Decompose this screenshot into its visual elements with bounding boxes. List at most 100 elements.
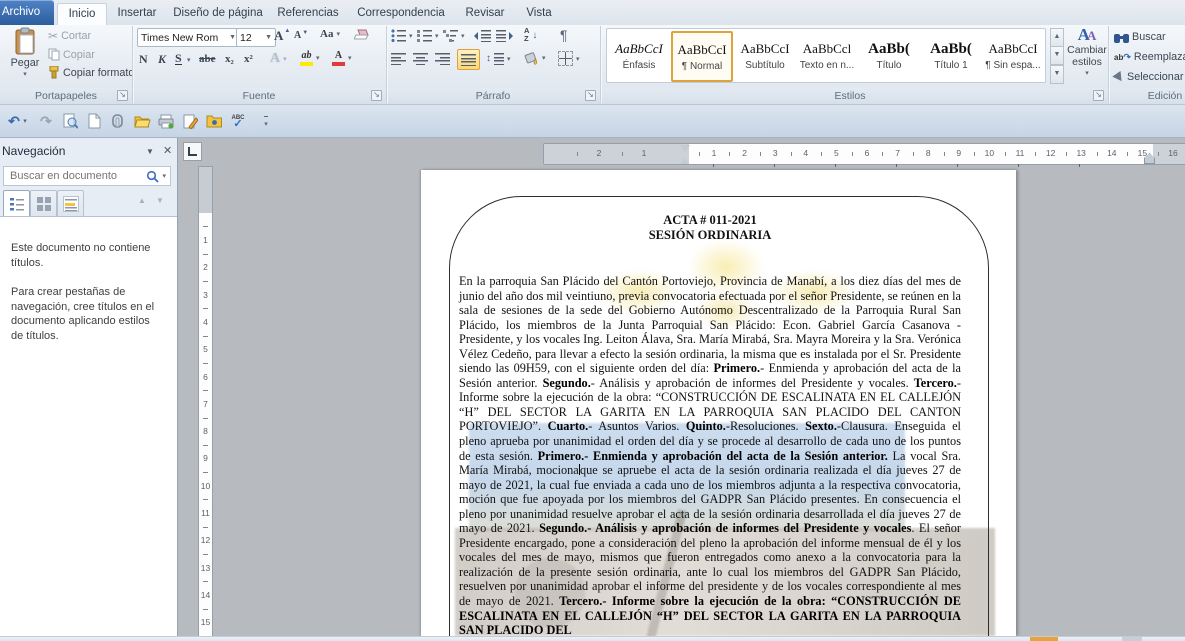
vertical-ruler[interactable]: 123456789101112131415	[198, 166, 213, 638]
select-button[interactable]: Seleccionar	[1114, 71, 1183, 83]
tab-revisar[interactable]: Revisar	[456, 3, 514, 24]
ruler-number: 16	[1168, 148, 1177, 158]
font-color-button[interactable]: A ▾	[332, 51, 352, 66]
tab-correspondencia[interactable]: Correspondencia	[348, 3, 454, 24]
align-left-button[interactable]	[391, 52, 406, 65]
attachment-button[interactable]	[108, 111, 128, 131]
styles-scroll-up-icon[interactable]: ▲	[1050, 28, 1064, 47]
copy-button[interactable]: Copiar	[48, 48, 95, 61]
line-spacing-button[interactable]: ↕▾	[486, 52, 511, 65]
quick-access-toolbar: ↶ ▾ ↷	[0, 105, 1185, 138]
shrink-font-button[interactable]: A▼	[294, 30, 308, 41]
paste-button[interactable]: Pegar ▾	[6, 27, 44, 78]
search-icon[interactable]	[146, 170, 159, 183]
tab-archivo[interactable]: Archivo	[0, 0, 54, 25]
superscript-button[interactable]: x²	[244, 53, 253, 65]
replace-button[interactable]: ab↷ Reemplazar	[1114, 51, 1185, 63]
undo-dropdown[interactable]: ▾	[20, 111, 30, 131]
shading-button[interactable]: ▾	[524, 51, 546, 65]
style-card-2[interactable]: AaBbCcISubtítulo	[735, 31, 795, 80]
font-name-dropdown-icon[interactable]: ▼	[226, 34, 236, 41]
underline-button[interactable]: S	[175, 52, 182, 65]
fuente-dialog-launcher[interactable]: ↘	[371, 90, 382, 101]
change-case-button[interactable]: Aa▾	[320, 28, 340, 40]
ruler-tick	[882, 152, 883, 156]
bold-text-run: Cuarto.	[548, 419, 589, 433]
previous-heading-icon[interactable]: ▲	[138, 196, 146, 205]
tab-vista[interactable]: Vista	[516, 3, 562, 24]
print-preview-button[interactable]	[60, 111, 80, 131]
search-options-dropdown-icon[interactable]: ▾	[162, 172, 166, 180]
decrease-indent-button[interactable]	[474, 29, 491, 42]
text-effects-button[interactable]: A▾	[270, 51, 287, 67]
bold-button[interactable]: N	[139, 52, 148, 67]
font-size-combo[interactable]: 12▼	[236, 28, 276, 47]
next-heading-icon[interactable]: ▼	[156, 196, 164, 205]
style-card-4[interactable]: AaBb(Título	[859, 31, 919, 80]
subscript-button[interactable]: x₂	[225, 53, 234, 65]
format-painter-button[interactable]: Copiar formato	[48, 66, 134, 79]
shrink-font-icon: A	[294, 30, 301, 41]
open-button[interactable]	[132, 111, 152, 131]
styles-scroll-down-icon[interactable]: ▼	[1050, 47, 1064, 65]
horizontal-ruler[interactable]: 211234567891011121314151617	[543, 143, 1185, 165]
find-button[interactable]: Buscar	[1114, 31, 1166, 43]
new-document-button[interactable]	[84, 111, 104, 131]
folder-button[interactable]	[204, 111, 224, 131]
bullets-button[interactable]: ▾	[391, 29, 413, 42]
font-name-combo[interactable]: Times New Rom▼	[137, 28, 240, 47]
align-center-button[interactable]	[413, 52, 428, 65]
ruler-number: 3	[773, 148, 778, 158]
undo-dropdown-icon: ▾	[23, 117, 27, 125]
style-card-6[interactable]: AaBbCcI¶ Sin espa...	[983, 31, 1043, 80]
tab-diseno-de-pagina[interactable]: Diseño de página	[168, 3, 268, 24]
align-right-button[interactable]	[435, 52, 450, 65]
pane-options-dropdown-icon[interactable]: ▼	[146, 139, 154, 165]
style-card-0[interactable]: AaBbCcIÉnfasis	[609, 31, 669, 80]
font-size-dropdown-icon[interactable]: ▼	[262, 34, 272, 41]
borders-button[interactable]: ▾	[558, 51, 580, 66]
clear-formatting-button[interactable]	[354, 28, 369, 40]
text-highlight-button[interactable]: ab ▾	[300, 51, 320, 66]
browse-results-tab[interactable]	[57, 190, 84, 218]
parrafo-dialog-launcher[interactable]: ↘	[585, 90, 596, 101]
change-case-icon: Aa	[320, 28, 333, 40]
style-card-1[interactable]: AaBbCcI¶ Normal	[671, 31, 733, 82]
style-card-5[interactable]: AaBb(Título 1	[921, 31, 981, 80]
cut-button[interactable]: ✂ Cortar	[48, 30, 91, 42]
spelling-button[interactable]: ABC ✓	[228, 111, 248, 131]
document-paragraph[interactable]: En la parroquia San Plácido del Cantón P…	[459, 274, 961, 636]
sort-button[interactable]: AZ ↓	[524, 27, 537, 43]
search-box[interactable]: ▾	[3, 166, 171, 186]
browse-pages-tab[interactable]	[30, 190, 57, 218]
style-label: ¶ Normal	[673, 60, 731, 73]
pane-close-icon[interactable]: ✕	[163, 138, 172, 164]
strikethrough-button[interactable]: abe	[199, 53, 216, 65]
grow-font-button[interactable]: A▲	[274, 28, 290, 44]
style-card-3[interactable]: AaBbCclTexto en n...	[797, 31, 857, 80]
tab-insertar[interactable]: Insertar	[108, 3, 166, 24]
customize-qat-button[interactable]: ▾	[256, 111, 276, 131]
change-styles-button[interactable]: AA Cambiar estilos ▾	[1068, 29, 1106, 80]
search-input[interactable]	[8, 169, 146, 183]
styles-more-icon[interactable]: ▼	[1050, 65, 1064, 84]
tab-selector-box[interactable]	[183, 142, 202, 161]
increase-indent-button[interactable]	[496, 29, 513, 42]
underline-dropdown-icon[interactable]: ▾	[187, 56, 191, 64]
estilos-dialog-launcher[interactable]: ↘	[1093, 90, 1104, 101]
first-line-indent-marker[interactable]	[680, 145, 690, 165]
redo-button[interactable]: ↷	[36, 111, 56, 131]
numbering-button[interactable]: ▾	[417, 29, 439, 42]
justify-button[interactable]	[457, 49, 480, 70]
portapapeles-dialog-launcher[interactable]: ↘	[117, 90, 128, 101]
show-marks-button[interactable]: ¶	[560, 27, 568, 43]
multilevel-list-button[interactable]: ▾	[443, 29, 465, 42]
italic-button[interactable]: K	[158, 52, 166, 67]
paste-dropdown-icon[interactable]: ▾	[23, 70, 27, 78]
browse-headings-tab[interactable]	[3, 190, 30, 218]
tab-inicio[interactable]: Inicio	[57, 3, 107, 26]
quick-print-button[interactable]	[156, 111, 176, 131]
edit-button[interactable]	[180, 111, 200, 131]
document-page[interactable]: ACTA # 011-2021 SESIÓN ORDINARIA En la p…	[421, 170, 1016, 636]
tab-referencias[interactable]: Referencias	[270, 3, 346, 24]
